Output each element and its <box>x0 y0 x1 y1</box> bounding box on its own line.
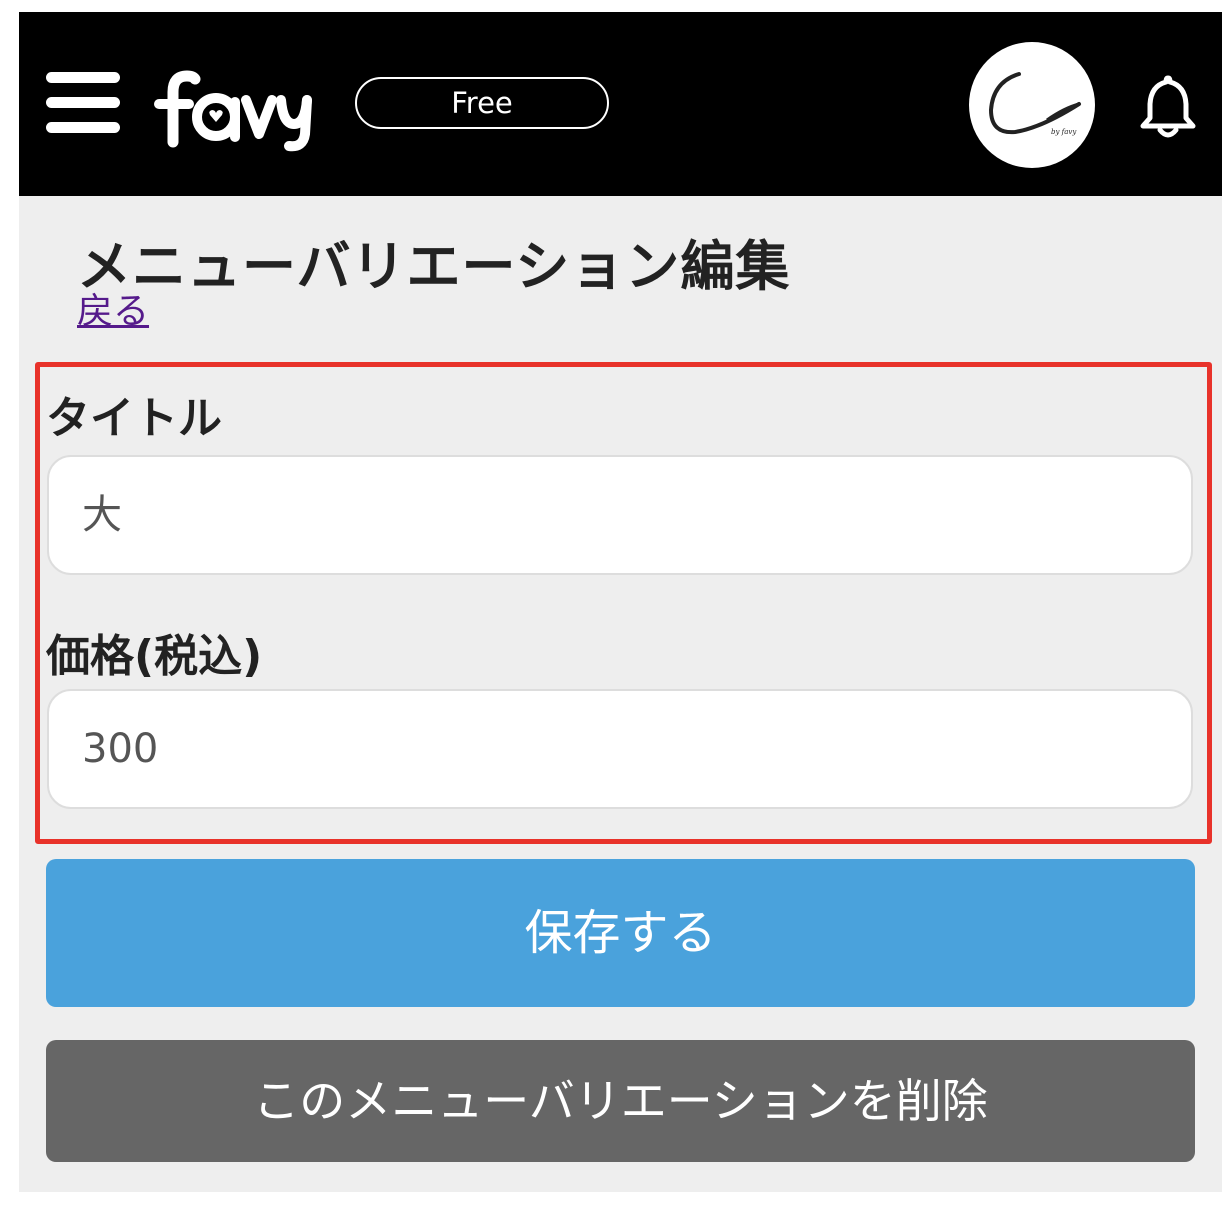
hamburger-menu-icon[interactable] <box>46 72 120 134</box>
save-button[interactable]: 保存する <box>46 859 1195 1007</box>
title-input[interactable]: 大 <box>47 455 1193 575</box>
store-logo-icon: by favy <box>988 72 1081 136</box>
page-title: メニューバリエーション編集 <box>77 235 791 298</box>
app-frame: favy Free by favy メニューバリ <box>19 12 1222 1192</box>
svg-text:by favy: by favy <box>1051 128 1077 136</box>
favy-logo[interactable]: favy <box>149 62 314 152</box>
plan-badge: Free <box>355 77 609 129</box>
bell-icon[interactable] <box>1139 72 1197 140</box>
title-field-label: タイトル <box>46 393 222 444</box>
delete-variation-button[interactable]: このメニューバリエーションを削除 <box>46 1040 1195 1162</box>
top-navbar: favy Free by favy <box>19 12 1222 196</box>
back-link[interactable]: 戻る <box>77 282 149 334</box>
price-field-label: 価格(税込) <box>46 631 263 682</box>
price-input[interactable]: 300 <box>47 689 1193 809</box>
avatar[interactable]: by favy <box>969 42 1095 168</box>
